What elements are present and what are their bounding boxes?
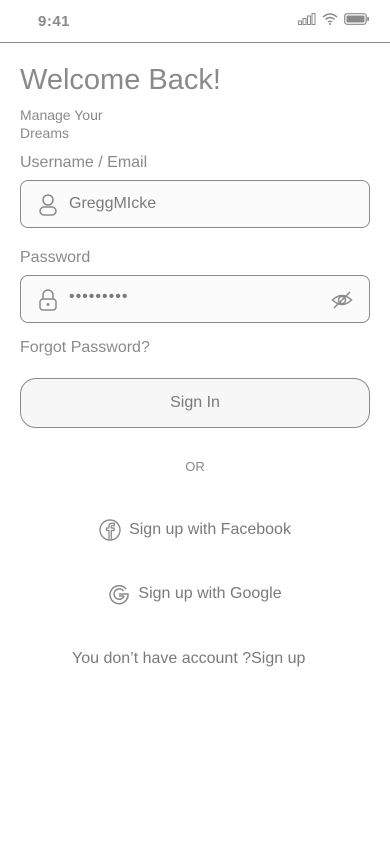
signup-prompt-text: You don’t have account ? (72, 650, 252, 667)
facebook-icon (99, 519, 121, 541)
status-time: 9:41 (38, 13, 71, 30)
wifi-icon (322, 13, 338, 25)
username-label: Username / Email (20, 154, 148, 171)
forgot-password-link[interactable]: Forgot Password? (20, 339, 150, 357)
signal-icon (298, 13, 316, 25)
sign-in-button[interactable]: Sign In (20, 378, 370, 428)
password-field[interactable]: ••••••••• (20, 275, 370, 323)
eye-off-icon[interactable] (331, 289, 353, 311)
google-icon (109, 584, 130, 605)
signup-link[interactable]: Sign up (251, 650, 305, 668)
google-signup-button[interactable]: Sign up with Google (0, 583, 390, 605)
page-subtitle: Manage Your Dreams (20, 107, 103, 141)
password-label: Password (20, 249, 91, 266)
facebook-signup-label: Sign up with Facebook (129, 521, 291, 538)
page-title: Welcome Back! (20, 64, 221, 96)
user-icon (39, 194, 57, 216)
google-signup-label: Sign up with Google (138, 585, 282, 602)
lock-icon (39, 289, 57, 311)
facebook-signup-button[interactable]: Sign up with Facebook (0, 519, 390, 541)
signup-prompt: You don’t have account ? Sign up (72, 650, 305, 668)
status-icons (298, 13, 370, 25)
status-bar: 9:41 (0, 0, 390, 43)
battery-icon (344, 13, 369, 25)
username-field[interactable]: GreggMIcke (20, 180, 370, 228)
username-value: GreggMIcke (69, 195, 157, 212)
or-divider: OR (185, 459, 205, 474)
password-value: ••••••••• (69, 288, 129, 305)
